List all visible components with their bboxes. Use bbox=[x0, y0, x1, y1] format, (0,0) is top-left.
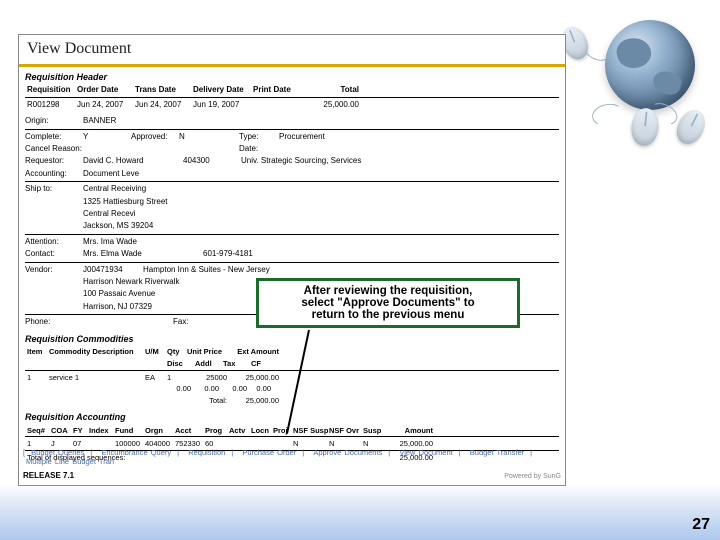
row-vendor: Vendor: J00471934 Hampton Inn & Suites -… bbox=[19, 264, 565, 276]
val-shipto-4: Jackson, MS 39204 bbox=[83, 221, 153, 231]
commod-subheader: Disc Addl Tax CF bbox=[25, 358, 559, 370]
link-approve-documents[interactable]: Approve Documents bbox=[310, 448, 385, 457]
link-requisition[interactable]: Requisition bbox=[185, 448, 228, 457]
row-shipto: Ship to: Central Receiving bbox=[19, 183, 565, 195]
val-total: 25,000.00 bbox=[301, 99, 361, 111]
commod-header: Item Commodity Description U/M Qty Unit … bbox=[25, 346, 559, 358]
row-contact: Contact: Mrs. Elma Wade 601-979-4181 bbox=[19, 248, 565, 260]
lbl-requestor: Requestor: bbox=[25, 156, 83, 166]
link-budget-transfer[interactable]: Budget Transfer bbox=[467, 448, 527, 457]
lbl-complete: Complete: bbox=[25, 132, 83, 142]
lbl-type: Type: bbox=[239, 132, 279, 142]
section-commodities: Requisition Commodities bbox=[19, 329, 565, 347]
col-total: Total bbox=[301, 84, 361, 96]
row-requestor: Requestor: David C. Howard 404300 Univ. … bbox=[19, 155, 565, 167]
mouse-cord bbox=[590, 101, 625, 128]
val-complete: Y bbox=[83, 132, 131, 142]
val-trans-date: Jun 24, 2007 bbox=[133, 99, 191, 111]
page-title: View Document bbox=[19, 35, 565, 67]
lbl-phone: Phone: bbox=[25, 317, 83, 327]
val-type: Procurement bbox=[279, 132, 325, 142]
lbl-contact: Contact: bbox=[25, 249, 83, 259]
view-document-panel: View Document Requisition Header Requisi… bbox=[18, 34, 566, 486]
lbl-fax: Fax: bbox=[173, 317, 189, 327]
lbl-vendor: Vendor: bbox=[25, 265, 83, 275]
val-origin: BANNER bbox=[83, 116, 116, 126]
instruction-callout: After reviewing the requisition, select … bbox=[256, 278, 520, 328]
commod-row: 1 service 1 EA 1 25000 25,000.00 bbox=[25, 372, 559, 384]
val-shipto-2: 1325 Hattiesburg Street bbox=[83, 197, 168, 207]
val-requisition: R001298 bbox=[25, 99, 75, 111]
callout-line-3: return to the previous menu bbox=[265, 309, 511, 321]
link-view-document[interactable]: View Document bbox=[396, 448, 455, 457]
val-contact: Mrs. Elma Wade bbox=[83, 249, 203, 259]
val-requestor-code: 404300 bbox=[183, 156, 241, 166]
bottom-link-bar: [ Budget Queries| Encumbrance Query| Req… bbox=[23, 448, 561, 468]
powered-by-label: Powered by SunG bbox=[504, 472, 561, 481]
val-accounting: Document Leve bbox=[83, 169, 139, 179]
req-data-row: R001298 Jun 24, 2007 Jun 24, 2007 Jun 19… bbox=[25, 99, 559, 111]
link-encumbrance-query[interactable]: Encumbrance Query bbox=[98, 448, 174, 457]
val-print-date bbox=[251, 99, 301, 111]
slide-root: View Document Requisition Header Requisi… bbox=[0, 0, 720, 540]
lbl-origin: Origin: bbox=[25, 116, 83, 126]
globe-icon bbox=[605, 20, 695, 110]
lbl-cancel: Cancel Reason: bbox=[25, 144, 95, 154]
col-order-date: Order Date bbox=[75, 84, 133, 96]
section-requisition-header: Requisition Header bbox=[19, 67, 565, 85]
val-shipto-3: Central Recevi bbox=[83, 209, 135, 219]
lbl-accounting: Accounting: bbox=[25, 169, 83, 179]
row-cancel: Cancel Reason: Date: bbox=[19, 143, 565, 155]
col-requisition: Requisition bbox=[25, 84, 75, 96]
row-accounting: Accounting: Document Leve bbox=[19, 168, 565, 180]
link-purchase-order[interactable]: Purchase Order bbox=[239, 448, 299, 457]
callout-line-1: After reviewing the requisition, bbox=[265, 285, 511, 297]
val-delivery-date: Jun 19, 2007 bbox=[191, 99, 251, 111]
lbl-date: Date: bbox=[239, 144, 258, 154]
lbl-shipto: Ship to: bbox=[25, 184, 83, 194]
val-shipto-1: Central Receiving bbox=[83, 184, 146, 194]
release-label: RELEASE 7.1 bbox=[23, 471, 74, 481]
mouse-icon bbox=[672, 105, 711, 148]
globe-decoration bbox=[570, 0, 720, 140]
val-attention: Mrs. Ima Wade bbox=[83, 237, 137, 247]
callout-line-2: select "Approve Documents" to bbox=[265, 297, 511, 309]
col-delivery-date: Delivery Date bbox=[191, 84, 251, 96]
row-attention: Attention: Mrs. Ima Wade bbox=[19, 236, 565, 248]
acct-header: Seq# COA FY Index Fund Orgn Acct Prog Ac… bbox=[25, 425, 559, 437]
val-vendor-2: Harrison Newark Riverwalk bbox=[83, 277, 179, 287]
val-vendor-name: Hampton Inn & Suites - New Jersey bbox=[143, 265, 270, 275]
row-complete: Complete: Y Approved: N Type: Procuremen… bbox=[19, 131, 565, 143]
val-vendor-id: J00471934 bbox=[83, 265, 143, 275]
val-contact-phone: 601-979-4181 bbox=[203, 249, 253, 259]
commod-row2: 0.00 0.00 0.00 0.00 bbox=[25, 383, 559, 395]
lbl-approved: Approved: bbox=[131, 132, 179, 142]
lbl-attention: Attention: bbox=[25, 237, 83, 247]
val-approved: N bbox=[179, 132, 239, 142]
val-order-date: Jun 24, 2007 bbox=[75, 99, 133, 111]
row-origin: Origin: BANNER bbox=[19, 115, 565, 127]
page-number: 27 bbox=[692, 516, 710, 534]
link-budget-queries[interactable]: Budget Queries bbox=[28, 448, 87, 457]
col-print-date: Print Date bbox=[251, 84, 301, 96]
link-multi-line-budget[interactable]: Multiple Line Budget Tran bbox=[23, 457, 117, 466]
val-vendor-4: Harrison, NJ 07329 bbox=[83, 302, 152, 312]
val-requestor-dept: Univ. Strategic Sourcing, Services bbox=[241, 156, 361, 166]
req-header-row: Requisition Order Date Trans Date Delive… bbox=[25, 84, 559, 96]
val-requestor-name: David C. Howard bbox=[83, 156, 183, 166]
footer-gradient bbox=[0, 484, 720, 540]
val-vendor-3: 100 Passaic Avenue bbox=[83, 289, 155, 299]
col-trans-date: Trans Date bbox=[133, 84, 191, 96]
